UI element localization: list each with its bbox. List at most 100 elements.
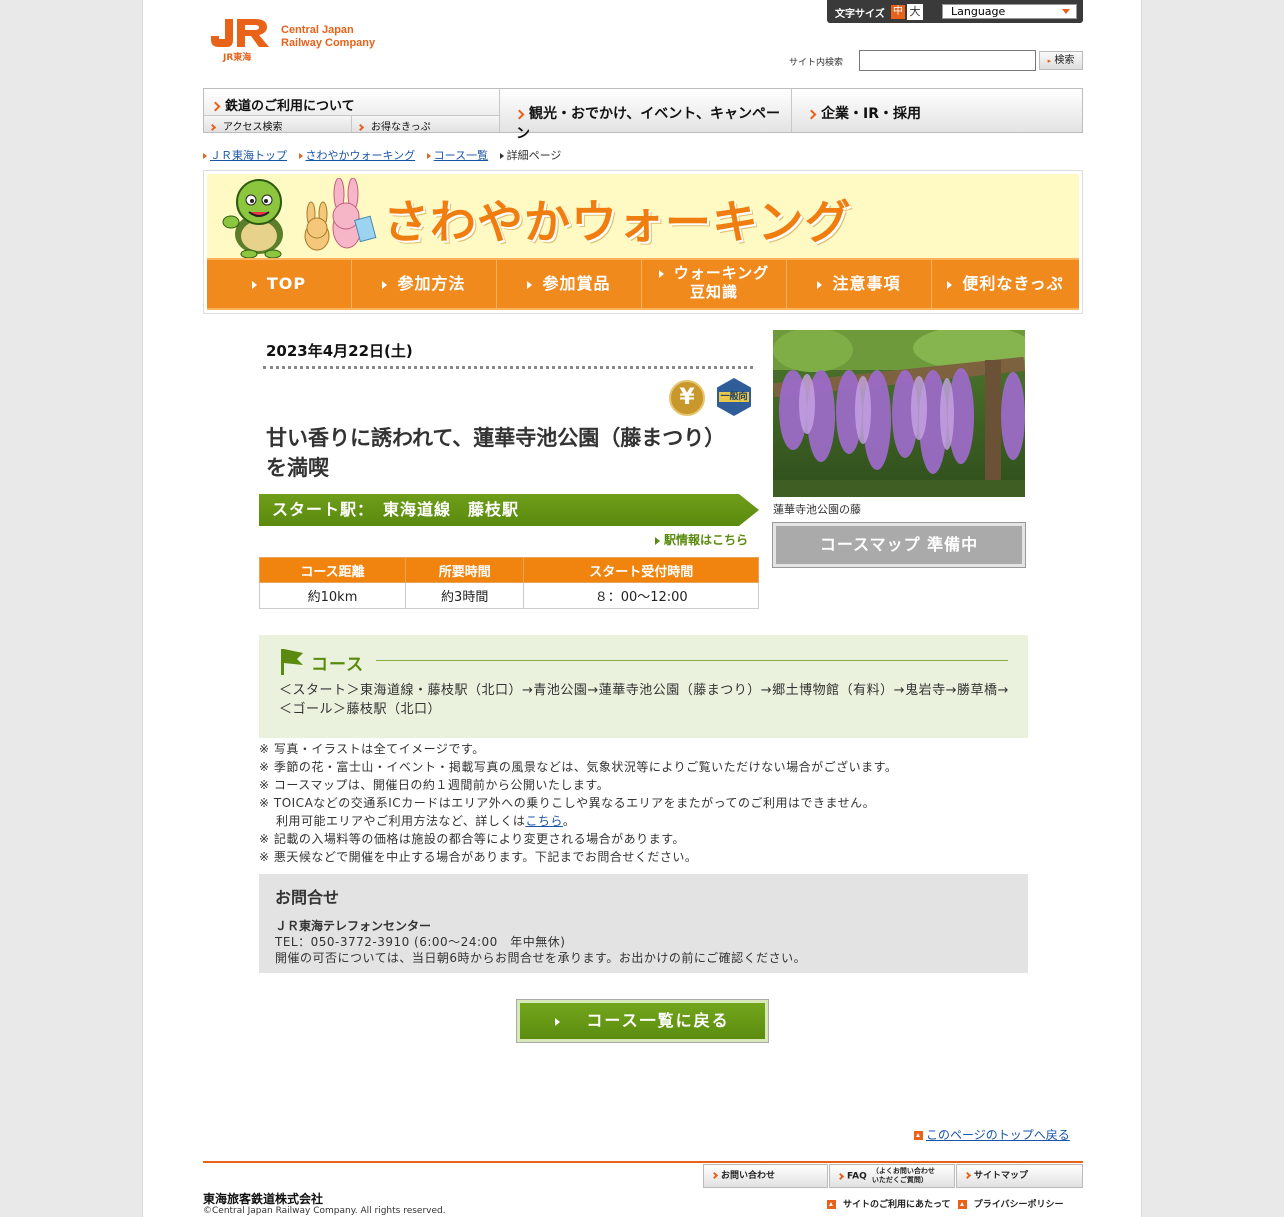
table-header-duration: 所要時間 <box>404 557 525 583</box>
yen-fee-icon: ¥ <box>669 380 705 416</box>
chevron-right-icon <box>710 1171 719 1180</box>
nav-rail-label: 鉄道のご利用について <box>225 99 355 114</box>
bullet-icon <box>499 153 504 159</box>
search-input[interactable] <box>859 50 1036 71</box>
arrow-up-icon <box>914 1131 923 1140</box>
breadcrumb: ＪＲ東海トップ さわやかウォーキング コース一覧 詳細ページ <box>203 147 569 163</box>
course-info-table: コース距離 所要時間 スタート受付時間 約10km 約3時間 ８：00～12:0… <box>259 557 759 609</box>
contact-tel: TEL：050-3772-3910 (6:00～24:00 年中無休) <box>275 935 566 949</box>
table-cell-distance: 約10km <box>259 582 406 609</box>
banner-nav-tickets-label: 便利なきっぷ <box>962 274 1064 293</box>
arrow-right-icon <box>957 1200 967 1209</box>
nav-rail: 鉄道のご利用について アクセス検索 お得なきっぷ <box>204 89 500 133</box>
footer-sitemap-label: サイトマップ <box>974 1171 1029 1181</box>
note-text-end: 。 <box>562 814 576 828</box>
triangle-right-icon <box>947 280 953 289</box>
banner-nav-top-label: TOP <box>266 274 307 293</box>
bullet-icon <box>203 153 207 159</box>
note-item-continued: 利用可能エリアやご利用方法など、詳しくはこちら。 <box>259 812 1028 830</box>
breadcrumb-jr-top[interactable]: ＪＲ東海トップ <box>210 149 287 162</box>
chevron-right-icon <box>356 123 365 131</box>
banner-nav-walking-tips[interactable]: ウォーキング 豆知識 <box>642 260 787 308</box>
nav-rail-link[interactable]: 鉄道のご利用について <box>204 89 500 116</box>
notes: ※ 写真・イラストは全てイメージです。 ※ 季節の花・富士山・イベント・掲載写真… <box>259 740 1028 866</box>
font-size-medium-button[interactable]: 中 <box>891 5 905 19</box>
triangle-right-icon <box>555 1017 561 1026</box>
language-select-label: Language <box>951 5 1006 18</box>
note-text: 利用可能エリアやご利用方法など、詳しくは <box>276 814 526 828</box>
nav-tourism-label: 観光・おでかけ、イベント、キャンペーン <box>516 106 781 142</box>
dotted-divider <box>263 366 753 369</box>
chevron-right-icon <box>210 101 221 112</box>
footer-faq-sub: （よくお問い合わせ いただくご質問） <box>872 1167 935 1185</box>
chevron-right-icon <box>806 109 817 119</box>
chevron-right-icon <box>208 123 217 131</box>
chevron-right-icon <box>514 109 525 119</box>
triangle-right-icon <box>655 536 660 545</box>
banner-nav-notes[interactable]: 注意事項 <box>787 260 932 308</box>
footer-sitemap-button[interactable]: サイトマップ <box>956 1164 1083 1188</box>
jr-central-logo[interactable]: JR東海 Central Japan Railway Company <box>209 18 399 64</box>
nav-corporate-label: 企業・IR・採用 <box>821 106 921 122</box>
course-map-button[interactable]: コースマップ 準備中 <box>773 523 1025 567</box>
note-item: ※ 記載の入場料等の価格は施設の都合等により変更される場合があります。 <box>259 832 685 846</box>
arrow-right-icon <box>827 1200 836 1209</box>
note-item: ※ 季節の花・富士山・イベント・掲載写真の風景などは、気象状況等によりご覧いただ… <box>259 760 898 774</box>
banner-header[interactable]: さわやかウォーキング <box>207 174 1079 258</box>
wisteria-image-icon <box>773 330 1025 497</box>
footer-faq-button[interactable]: FAQ （よくお問い合わせ いただくご質問） <box>829 1164 955 1188</box>
banner-nav-walking-tips-label-2: 豆知識 <box>689 283 738 301</box>
triangle-right-icon <box>382 280 388 289</box>
banner-nav-how-to-join[interactable]: 参加方法 <box>352 260 497 308</box>
triangle-right-icon <box>658 269 664 278</box>
font-size-large-button[interactable]: 大 <box>907 4 923 20</box>
footer-privacy-link[interactable]: プライバシーポリシー <box>974 1200 1064 1210</box>
contact-note: 開催の可否については、当日朝6時からお問合せを承ります。お出かけの前にご確認くだ… <box>275 951 807 965</box>
nav-corporate[interactable]: 企業・IR・採用 <box>792 89 1082 132</box>
course-title: 甘い香りに誘われて、蓮華寺池公園（藤まつり）を満喫 <box>266 426 726 480</box>
logo-text: Central Japan Railway Company <box>281 24 375 50</box>
walking-banner: さわやかウォーキング TOP 参加方法 参加賞品 ウォーキング 豆知識 注意事項… <box>203 170 1083 314</box>
footer-terms-link[interactable]: サイトのご利用にあたって <box>843 1200 951 1210</box>
breadcrumb-course-list[interactable]: コース一覧 <box>434 149 488 162</box>
nav-discount-tickets[interactable]: お得なきっぷ <box>352 116 500 133</box>
footer-inquiry-label: お問い合わせ <box>721 1171 776 1181</box>
course-heading: コース <box>311 655 365 675</box>
banner-nav-prizes[interactable]: 参加賞品 <box>497 260 642 308</box>
jr-logo-icon <box>211 19 269 47</box>
font-size-label: 文字サイズ <box>835 9 885 20</box>
course-section: コース ＜スタート＞東海道線・藤枝駅（北口）→青池公園→蓮華寺池公園（藤まつり）… <box>259 635 1028 738</box>
nav-access-search[interactable]: アクセス検索 <box>204 116 352 133</box>
footer-inquiry-button[interactable]: お問い合わせ <box>703 1164 828 1188</box>
station-info-label: 駅情報はこちら <box>664 533 749 547</box>
language-select[interactable]: Language <box>942 4 1077 19</box>
back-to-course-list-button[interactable]: コース一覧に戻る <box>517 1000 768 1042</box>
general-level-badge: 一般向 <box>717 378 751 416</box>
breadcrumb-current: 詳細ページ <box>506 149 562 162</box>
banner-nav-tickets[interactable]: 便利なきっぷ <box>932 260 1079 308</box>
logo-sub: JR東海 <box>223 53 252 63</box>
ic-card-details-link[interactable]: こちら <box>525 814 563 828</box>
table-cell-duration: 約3時間 <box>404 582 525 609</box>
wisteria-photo <box>773 330 1025 497</box>
footer-faq-sub-2: いただくご質問） <box>871 1176 928 1184</box>
chevron-right-icon <box>836 1172 845 1180</box>
banner-nav-notes-label: 注意事項 <box>832 274 901 293</box>
search-button[interactable]: ▸ 検索 <box>1039 51 1083 70</box>
course-route: ＜スタート＞東海道線・藤枝駅（北口）→青池公園→蓮華寺池公園（藤まつり）→郷土博… <box>279 683 1009 717</box>
nav-tourism[interactable]: 観光・おでかけ、イベント、キャンペーン <box>500 89 792 142</box>
back-button-label: コース一覧に戻る <box>586 1011 730 1030</box>
banner-nav-top[interactable]: TOP <box>207 260 352 308</box>
event-date: 2023年4月22日(土) <box>266 342 413 360</box>
page-top-link[interactable]: このページのトップへ戻る <box>914 1126 1070 1143</box>
page-top-label: このページのトップへ戻る <box>926 1128 1070 1142</box>
station-info-link[interactable]: 駅情報はこちら <box>655 531 748 548</box>
footer-faq-label: FAQ <box>847 1171 867 1182</box>
logo-text-line-1: Central Japan <box>281 24 354 36</box>
breadcrumb-walking[interactable]: さわやかウォーキング <box>306 149 416 162</box>
nav-discount-tickets-label: お得なきっぷ <box>371 122 431 133</box>
triangle-right-icon <box>527 280 533 289</box>
triangle-right-icon <box>817 280 823 289</box>
search-button-label: 検索 <box>1054 55 1075 66</box>
company-name: 東海旅客鉄道株式会社 <box>203 1192 324 1206</box>
